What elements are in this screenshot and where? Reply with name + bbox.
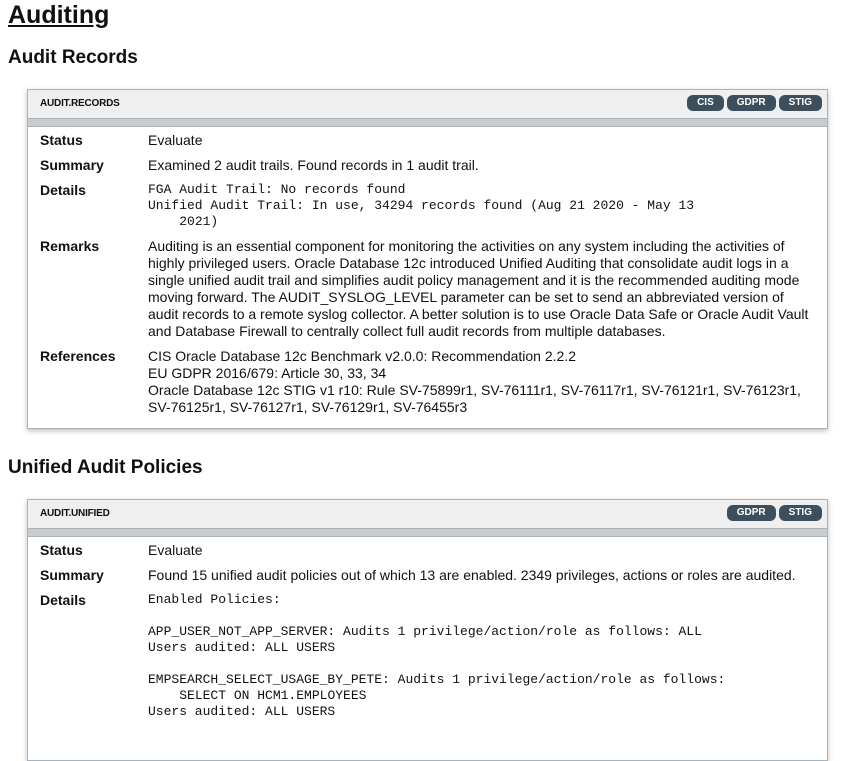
label: Status — [40, 132, 83, 148]
finding-card-unified-audit: AUDIT.UNIFIED GDPR STIG Status Evaluate S… — [27, 499, 828, 761]
details-row: Details Enabled Policies: APP_USER_NOT_AP… — [40, 592, 815, 720]
divider-bar — [28, 119, 827, 127]
status-value: Evaluate — [148, 132, 203, 148]
summary-row: Summary Found 15 unified audit policies o… — [40, 567, 815, 584]
details-value: Enabled Policies: APP_USER_NOT_APP_SERVE… — [148, 592, 726, 719]
badge-cis: CIS — [687, 95, 724, 111]
summary-value: Examined 2 audit trails. Found records i… — [148, 157, 479, 173]
finding-id: AUDIT.RECORDS — [40, 98, 120, 109]
finding-id: AUDIT.UNIFIED — [40, 508, 110, 519]
badge-stig: STIG — [778, 95, 822, 111]
remarks-row: Remarks Auditing is an essential componen… — [40, 238, 815, 340]
remarks-value: Auditing is an essential component for m… — [148, 238, 809, 339]
label: Status — [40, 542, 83, 558]
summary-row: Summary Examined 2 audit trails. Found re… — [40, 157, 815, 174]
details-row: Details FGA Audit Trail: No records found… — [40, 182, 815, 230]
label: Remarks — [40, 238, 100, 254]
references-row: References CIS Oracle Database 12c Bench… — [40, 348, 815, 416]
summary-value: Found 15 unified audit policies out of w… — [148, 567, 796, 583]
status-row: Status Evaluate — [40, 132, 815, 149]
card-header: AUDIT.RECORDS CIS GDPR STIG — [28, 90, 827, 119]
label: References — [40, 348, 116, 364]
status-row: Status Evaluate — [40, 542, 815, 559]
label: Details — [40, 182, 86, 198]
details-value: FGA Audit Trail: No records found Unifie… — [148, 182, 695, 229]
label: Summary — [40, 567, 104, 583]
badge-stig: STIG — [778, 505, 822, 521]
divider-bar — [28, 529, 827, 537]
card-header: AUDIT.UNIFIED GDPR STIG — [28, 500, 827, 529]
reference: CIS Oracle Database 12c Benchmark v2.0.0… — [148, 348, 576, 364]
finding-card-audit-records: AUDIT.RECORDS CIS GDPR STIG Status Evalua… — [27, 89, 828, 429]
label: Summary — [40, 157, 104, 173]
section-heading-unified-audit-policies: Unified Audit Policies — [8, 457, 203, 478]
label: Details — [40, 592, 86, 608]
status-value: Evaluate — [148, 542, 203, 558]
page-title: Auditing — [8, 1, 110, 29]
reference: Oracle Database 12c STIG v1 r10: Rule SV… — [148, 382, 801, 415]
badge-gdpr: GDPR — [726, 95, 776, 111]
reference: EU GDPR 2016/679: Article 30, 33, 34 — [148, 365, 387, 381]
badge-gdpr: GDPR — [726, 505, 776, 521]
section-heading-audit-records: Audit Records — [8, 47, 138, 68]
